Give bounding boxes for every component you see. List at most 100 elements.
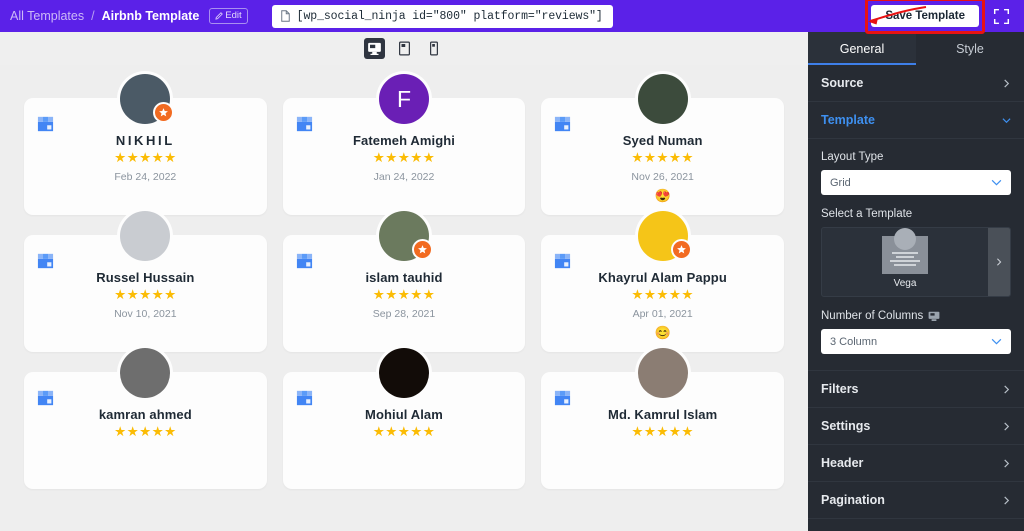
review-card[interactable]: islam tauhid ★★★★★ Sep 28, 2021 [282, 208, 526, 352]
chevron-right-icon [1004, 421, 1010, 431]
google-business-icon [555, 116, 571, 132]
star-rating: ★★★★★ [114, 287, 177, 302]
thumbnail-lines [890, 252, 920, 266]
thumbnail-line [896, 256, 914, 258]
template-option-name: Vega [893, 277, 917, 289]
avatar-image [378, 348, 429, 398]
reviewer-name: Md. Kamrul Islam [608, 407, 718, 422]
mobile-view-button[interactable] [424, 38, 445, 59]
template-carousel: Vega [821, 227, 1011, 297]
chevron-right-icon [1004, 495, 1010, 505]
pencil-icon [215, 11, 224, 20]
thumbnail-avatar-shape [894, 228, 916, 250]
save-template-button[interactable]: Save Template [871, 5, 979, 27]
reviewer-name: Mohiul Alam [365, 407, 443, 422]
desktop-view-button[interactable] [363, 38, 385, 59]
thumbnail-line [892, 252, 918, 254]
avatar-image [120, 348, 171, 398]
desktop-icon [928, 311, 940, 321]
number-of-columns-select[interactable]: 3 Column [821, 329, 1011, 354]
review-card[interactable]: NIKHIL ★★★★★ Feb 24, 2022 [24, 71, 267, 215]
breadcrumb: All Templates / Airbnb Template Edit [10, 8, 248, 24]
review-emoji: 😊 [654, 324, 671, 340]
mobile-icon [430, 41, 438, 56]
review-date: Nov 10, 2021 [114, 307, 177, 320]
layout-type-select[interactable]: Grid [821, 170, 1011, 195]
save-template-wrapper: Save Template [865, 0, 985, 34]
review-emoji: 😍 [654, 187, 671, 203]
chevron-right-icon [1004, 78, 1010, 88]
reviewer-name: kamran ahmed [98, 407, 192, 422]
editor-body: NIKHIL ★★★★★ Feb 24, 2022 F Fatemeh Amig… [0, 32, 1024, 531]
tab-general[interactable]: General [808, 32, 916, 65]
top-bar-actions: Save Template [865, 0, 1014, 34]
review-date: Nov 26, 2021 [631, 170, 694, 183]
chevron-right-icon [997, 258, 1002, 266]
number-of-columns-text: Number of Columns [821, 310, 924, 322]
edit-template-button[interactable]: Edit [209, 8, 248, 24]
number-of-columns-value: 3 Column [830, 335, 878, 348]
review-card[interactable]: Md. Kamrul Islam ★★★★★ [541, 345, 784, 489]
google-business-icon [555, 253, 571, 269]
tablet-view-button[interactable] [394, 38, 415, 59]
document-icon [280, 10, 290, 22]
template-option-vega[interactable]: Vega [822, 228, 988, 296]
layout-type-value: Grid [830, 176, 851, 189]
section-template-label: Template [821, 113, 875, 127]
star-rating: ★★★★★ [631, 150, 694, 165]
thumbnail-line [894, 264, 916, 266]
preview-canvas: NIKHIL ★★★★★ Feb 24, 2022 F Fatemeh Amig… [0, 65, 808, 531]
review-card[interactable]: Syed Numan ★★★★★ Nov 26, 2021 😍 [541, 71, 784, 215]
avatar-image [637, 348, 688, 398]
number-of-columns-label: Number of Columns [821, 310, 1011, 322]
tablet-icon [398, 41, 410, 56]
reviewer-name: Fatemeh Amighi [352, 133, 456, 148]
settings-sidebar: General Style Source Template Layout Typ… [808, 32, 1024, 531]
breadcrumb-all-templates[interactable]: All Templates [10, 9, 84, 23]
review-card[interactable]: Mohiul Alam ★★★★★ [282, 345, 526, 489]
section-filters[interactable]: Filters [808, 371, 1024, 408]
breadcrumb-separator: / [91, 9, 95, 23]
section-settings-label: Settings [821, 419, 871, 433]
google-business-icon [296, 116, 312, 132]
reviewer-name: Syed Numan [622, 133, 703, 148]
section-source[interactable]: Source [808, 65, 1024, 102]
star-rating: ★★★★★ [372, 150, 436, 165]
template-panel: Layout Type Grid Select a Template Vega … [808, 139, 1024, 371]
tab-style[interactable]: Style [916, 32, 1024, 65]
layout-type-label: Layout Type [821, 151, 884, 163]
section-filters-label: Filters [821, 382, 859, 396]
review-card[interactable]: Russel Hussain ★★★★★ Nov 10, 2021 [24, 208, 267, 352]
section-template[interactable]: Template [808, 102, 1024, 139]
section-settings[interactable]: Settings [808, 408, 1024, 445]
google-business-icon [296, 390, 312, 406]
avatar [117, 345, 174, 401]
shortcode-field[interactable]: [wp_social_ninja id="800" platform="revi… [271, 4, 613, 28]
review-date: Feb 24, 2022 [114, 170, 177, 183]
chevron-down-icon [991, 179, 1002, 186]
preview-pane: NIKHIL ★★★★★ Feb 24, 2022 F Fatemeh Amig… [0, 32, 808, 531]
review-card[interactable]: F Fatemeh Amighi ★★★★★ Jan 24, 2022 [282, 71, 526, 215]
device-toolbar [0, 32, 808, 65]
thumbnail-line [890, 260, 920, 262]
carousel-next-button[interactable] [988, 228, 1010, 296]
star-rating: ★★★★★ [372, 287, 436, 302]
review-card[interactable]: kamran ahmed ★★★★★ [24, 345, 267, 489]
select-template-label: Select a Template [821, 208, 913, 220]
review-card[interactable]: Khayrul Alam Pappu ★★★★★ Apr 01, 2021 😊 [541, 208, 784, 352]
avatar [117, 71, 175, 127]
top-bar: All Templates / Airbnb Template Edit [wp… [0, 0, 1024, 34]
section-header[interactable]: Header [808, 445, 1024, 482]
section-pagination[interactable]: Pagination [808, 482, 1024, 519]
review-date: Sep 28, 2021 [372, 307, 436, 320]
desktop-icon [367, 42, 381, 55]
star-rating: ★★★★★ [631, 424, 694, 439]
provider-badge-icon [411, 239, 433, 260]
chevron-right-icon [1004, 384, 1010, 394]
provider-badge-icon [153, 102, 175, 123]
fullscreen-icon[interactable] [993, 8, 1010, 25]
avatar-image [120, 211, 171, 261]
reviewer-name: NIKHIL [115, 133, 175, 148]
star-rating: ★★★★★ [114, 424, 177, 439]
google-business-icon [37, 390, 54, 406]
